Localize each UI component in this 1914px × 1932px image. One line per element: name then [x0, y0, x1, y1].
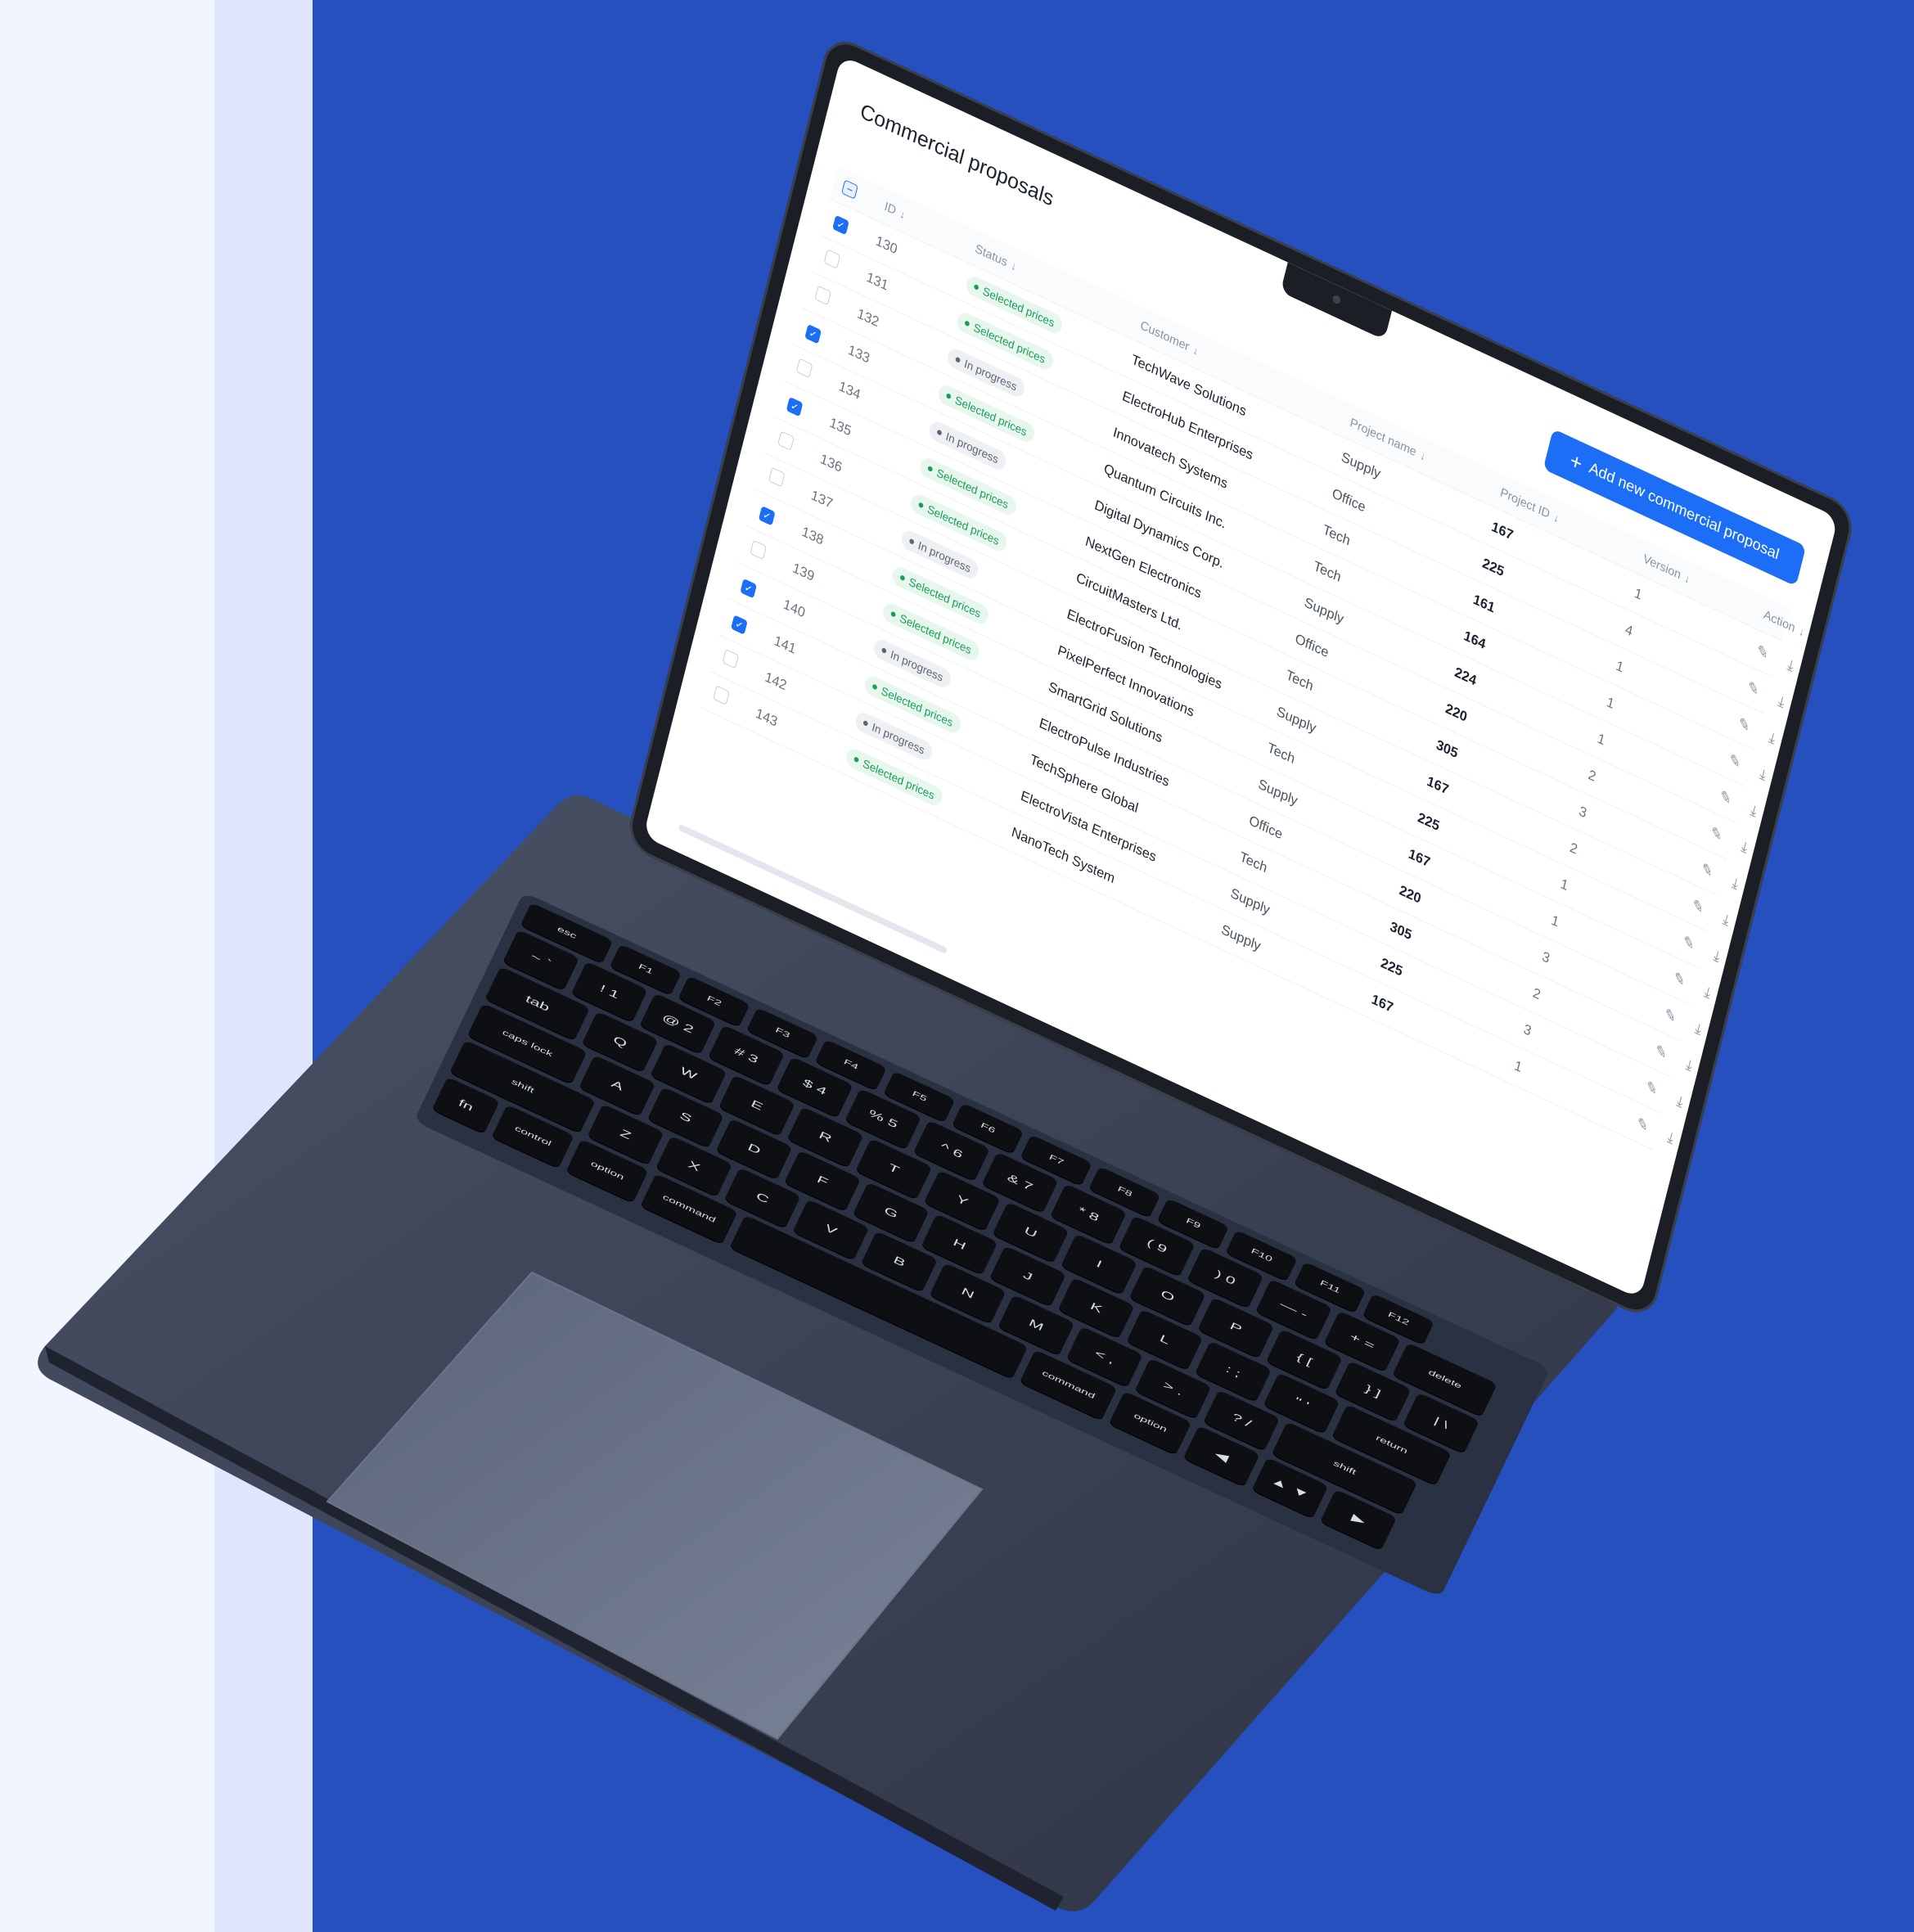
pencil-icon[interactable]: ✎: [1707, 822, 1726, 844]
pencil-icon[interactable]: ✎: [1735, 714, 1754, 736]
row-checkbox[interactable]: ✓: [758, 506, 776, 526]
download-icon[interactable]: ⤓: [1689, 1017, 1708, 1039]
download-icon[interactable]: ⤓: [1698, 981, 1717, 1003]
pencil-icon[interactable]: ✎: [1651, 1041, 1670, 1063]
pencil-icon[interactable]: ✎: [1642, 1077, 1661, 1099]
status-dot-icon: [918, 502, 924, 509]
row-checkbox[interactable]: ✓: [731, 615, 748, 635]
download-icon[interactable]: ⤓: [1763, 727, 1781, 749]
row-checkbox[interactable]: [768, 466, 786, 487]
status-dot-icon: [936, 429, 943, 436]
download-icon[interactable]: ⤓: [1671, 1090, 1690, 1112]
select-all-checkbox[interactable]: −: [841, 179, 858, 200]
pencil-icon[interactable]: ✎: [1689, 895, 1708, 917]
row-checkbox[interactable]: [823, 248, 841, 269]
download-icon[interactable]: ⤓: [1717, 908, 1736, 930]
row-checkbox[interactable]: ✓: [786, 396, 804, 417]
status-dot-icon: [899, 574, 906, 582]
row-checkbox[interactable]: [713, 684, 730, 705]
download-icon[interactable]: ⤓: [1772, 691, 1791, 713]
pencil-icon[interactable]: ✎: [1716, 786, 1735, 808]
download-icon[interactable]: ⤓: [1745, 799, 1763, 822]
download-icon[interactable]: ⤓: [1736, 835, 1754, 858]
status-dot-icon: [871, 683, 878, 691]
sort-arrow-icon: ↓: [1191, 343, 1200, 358]
status-dot-icon: [890, 610, 897, 618]
status-dot-icon: [927, 465, 934, 473]
row-checkbox[interactable]: ✓: [740, 578, 757, 599]
sort-arrow-icon: ↓: [1419, 448, 1427, 463]
download-icon[interactable]: ⤓: [1680, 1054, 1699, 1076]
pencil-icon[interactable]: ✎: [1661, 1004, 1680, 1026]
status-dot-icon: [880, 646, 887, 655]
status-dot-icon: [853, 756, 859, 763]
status-dot-icon: [964, 320, 971, 327]
row-checkbox[interactable]: ✓: [832, 214, 849, 236]
row-checkbox[interactable]: [750, 539, 768, 560]
status-dot-icon: [908, 538, 915, 545]
sort-arrow-icon: ↓: [1798, 624, 1806, 639]
pencil-icon[interactable]: ✎: [1698, 859, 1717, 881]
status-dot-icon: [955, 356, 962, 363]
status-dot-icon: [973, 283, 980, 290]
sort-arrow-icon: ↓: [1683, 571, 1692, 586]
pencil-icon[interactable]: ✎: [1670, 968, 1689, 990]
status-dot-icon: [945, 393, 952, 400]
pencil-icon[interactable]: ✎: [1726, 750, 1745, 772]
sort-arrow-icon: ↓: [1552, 511, 1560, 525]
sort-arrow-icon: ↓: [1010, 259, 1018, 273]
plus-icon: +: [1567, 448, 1585, 476]
download-icon[interactable]: ⤓: [1726, 872, 1745, 894]
row-checkbox[interactable]: [722, 648, 740, 669]
download-icon[interactable]: ⤓: [1781, 654, 1800, 676]
row-checkbox[interactable]: [814, 285, 832, 305]
sort-arrow-icon: ↓: [898, 207, 907, 222]
row-checkbox[interactable]: [777, 430, 795, 451]
row-checkbox[interactable]: [795, 358, 813, 378]
pencil-icon[interactable]: ✎: [1679, 932, 1698, 954]
pencil-icon[interactable]: ✎: [1633, 1114, 1652, 1136]
row-checkbox[interactable]: ✓: [804, 323, 822, 345]
status-dot-icon: [862, 719, 869, 727]
download-icon[interactable]: ⤓: [1708, 945, 1727, 967]
download-icon[interactable]: ⤓: [1661, 1127, 1680, 1149]
pencil-icon[interactable]: ✎: [1753, 641, 1772, 663]
pencil-icon[interactable]: ✎: [1744, 678, 1763, 700]
download-icon[interactable]: ⤓: [1754, 763, 1772, 786]
